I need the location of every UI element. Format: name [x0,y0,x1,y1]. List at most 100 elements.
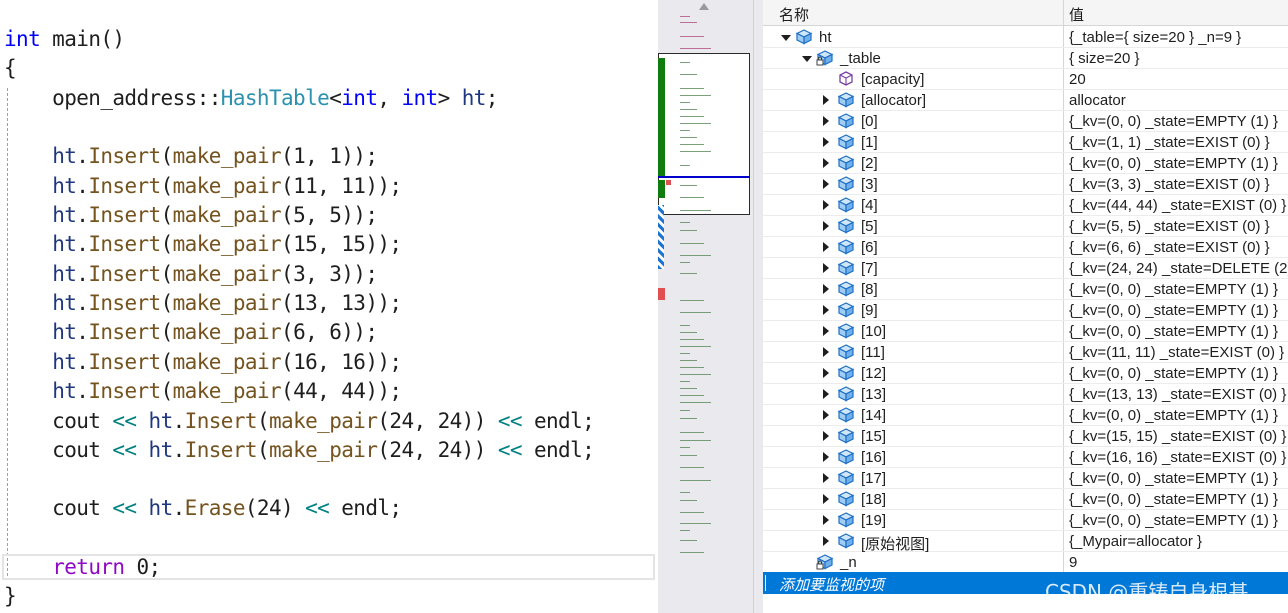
watch-item-value[interactable]: 20 [1069,71,1086,88]
watch-row[interactable]: [6] {_kv=(6, 6) _state=EXIST (0) } [763,237,1288,258]
watch-item-value[interactable]: {_kv=(0, 0) _state=EMPTY (1) } [1069,155,1278,172]
watch-item-value[interactable]: {_kv=(0, 0) _state=EMPTY (1) } [1069,512,1278,529]
watch-item-value[interactable]: {_kv=(0, 0) _state=EMPTY (1) } [1069,407,1278,424]
watch-row[interactable]: ht {_table={ size=20 } _n=9 } [763,27,1288,48]
watch-item-value[interactable]: {_kv=(6, 6) _state=EXIST (0) } [1069,239,1270,256]
code-line[interactable]: ht.Insert(make_pair(11, 11)); [4,172,402,201]
collapse-triangle-icon[interactable] [823,536,829,546]
watch-item-value[interactable]: {_kv=(0, 0) _state=EMPTY (1) } [1069,491,1278,508]
collapse-triangle-icon[interactable] [823,200,829,210]
collapse-triangle-icon[interactable] [823,242,829,252]
code-line[interactable]: ht.Insert(make_pair(3, 3)); [4,260,378,289]
watch-item-value[interactable]: allocator [1069,92,1126,109]
pane-splitter[interactable] [753,0,763,613]
collapse-triangle-icon[interactable] [823,221,829,231]
watch-item-value[interactable]: 9 [1069,554,1077,571]
watch-row[interactable]: [allocator] allocator [763,90,1288,111]
collapse-triangle-icon[interactable] [823,179,829,189]
code-line[interactable]: ht.Insert(make_pair(16, 16)); [4,348,402,377]
code-line[interactable]: ht.Insert(make_pair(5, 5)); [4,201,378,230]
code-line[interactable]: cout << ht.Insert(make_pair(24, 24)) << … [4,407,595,436]
code-line[interactable]: open_address::HashTable<int, int> ht; [4,84,498,113]
code-line[interactable]: ht.Insert(make_pair(13, 13)); [4,289,402,318]
collapse-triangle-icon[interactable] [823,347,829,357]
column-header-value[interactable]: 值 [1069,4,1084,25]
watch-row[interactable]: [17] {_kv=(0, 0) _state=EMPTY (1) } [763,468,1288,489]
watch-item-value[interactable]: {_kv=(0, 0) _state=EMPTY (1) } [1069,365,1278,382]
watch-row[interactable]: [5] {_kv=(5, 5) _state=EXIST (0) } [763,216,1288,237]
collapse-triangle-icon[interactable] [823,431,829,441]
collapse-triangle-icon[interactable] [823,284,829,294]
watch-item-value[interactable]: {_kv=(0, 0) _state=EMPTY (1) } [1069,302,1278,319]
collapse-triangle-icon[interactable] [823,116,829,126]
watch-item-value[interactable]: {_kv=(0, 0) _state=EMPTY (1) } [1069,470,1278,487]
watch-row[interactable]: [15] {_kv=(15, 15) _state=EXIST (0) } [763,426,1288,447]
collapse-triangle-icon[interactable] [823,263,829,273]
collapse-triangle-icon[interactable] [823,158,829,168]
code-line[interactable]: ht.Insert(make_pair(1, 1)); [4,142,378,171]
watch-item-value[interactable]: {_kv=(0, 0) _state=EMPTY (1) } [1069,113,1278,130]
watch-row[interactable]: [10] {_kv=(0, 0) _state=EMPTY (1) } [763,321,1288,342]
collapse-triangle-icon[interactable] [823,326,829,336]
minimap-viewport[interactable] [658,53,750,215]
collapse-triangle-icon[interactable] [823,473,829,483]
collapse-triangle-icon[interactable] [823,410,829,420]
watch-row[interactable]: [3] {_kv=(3, 3) _state=EXIST (0) } [763,174,1288,195]
watch-item-value[interactable]: {_Mypair=allocator } [1069,533,1202,550]
watch-item-value[interactable]: {_kv=(24, 24) _state=DELETE (2) } [1069,260,1288,277]
watch-item-value[interactable]: {_kv=(15, 15) _state=EXIST (0) } [1069,428,1286,445]
watch-item-value[interactable]: {_kv=(13, 13) _state=EXIST (0) } [1069,386,1286,403]
watch-row[interactable]: [7] {_kv=(24, 24) _state=DELETE (2) } [763,258,1288,279]
watch-row[interactable]: [16] {_kv=(16, 16) _state=EXIST (0) } [763,447,1288,468]
collapse-triangle-icon[interactable] [823,368,829,378]
watch-item-value[interactable]: {_kv=(3, 3) _state=EXIST (0) } [1069,176,1270,193]
collapse-triangle-icon[interactable] [823,494,829,504]
watch-row[interactable]: [19] {_kv=(0, 0) _state=EMPTY (1) } [763,510,1288,531]
watch-row[interactable]: _n 9 [763,552,1288,573]
watch-row[interactable]: [0] {_kv=(0, 0) _state=EMPTY (1) } [763,111,1288,132]
watch-item-value[interactable]: {_kv=(16, 16) _state=EXIST (0) } [1069,449,1286,466]
collapse-triangle-icon[interactable] [823,452,829,462]
watch-row[interactable]: _table { size=20 } [763,48,1288,69]
code-line[interactable]: { [4,54,17,83]
watch-item-value[interactable]: { size=20 } [1069,50,1139,67]
code-line[interactable]: ht.Insert(make_pair(15, 15)); [4,230,402,259]
watch-item-value[interactable]: {_kv=(0, 0) _state=EMPTY (1) } [1069,281,1278,298]
scroll-up-arrow-icon[interactable] [699,3,709,10]
watch-item-value[interactable]: {_kv=(0, 0) _state=EMPTY (1) } [1069,323,1278,340]
watch-row[interactable]: [1] {_kv=(1, 1) _state=EXIST (0) } [763,132,1288,153]
watch-row[interactable]: [capacity] 20 [763,69,1288,90]
expand-triangle-icon[interactable] [802,56,812,62]
collapse-triangle-icon[interactable] [823,137,829,147]
watch-row[interactable]: [9] {_kv=(0, 0) _state=EMPTY (1) } [763,300,1288,321]
code-line[interactable]: ht.Insert(make_pair(44, 44)); [4,377,402,406]
watch-row[interactable]: [8] {_kv=(0, 0) _state=EMPTY (1) } [763,279,1288,300]
watch-item-value[interactable]: {_kv=(5, 5) _state=EXIST (0) } [1069,218,1270,235]
collapse-triangle-icon[interactable] [823,515,829,525]
watch-item-value[interactable]: {_kv=(44, 44) _state=EXIST (0) } [1069,197,1286,214]
code-editor[interactable]: int main(){ open_address::HashTable<int,… [0,0,658,613]
watch-row[interactable]: [14] {_kv=(0, 0) _state=EMPTY (1) } [763,405,1288,426]
watch-row[interactable]: [13] {_kv=(13, 13) _state=EXIST (0) } [763,384,1288,405]
watch-item-value[interactable]: {_kv=(1, 1) _state=EXIST (0) } [1069,134,1270,151]
code-line[interactable]: } [4,582,17,611]
code-line[interactable]: return 0; [4,553,161,582]
expand-triangle-icon[interactable] [781,35,791,41]
watch-row[interactable]: [12] {_kv=(0, 0) _state=EMPTY (1) } [763,363,1288,384]
watch-row[interactable]: [11] {_kv=(11, 11) _state=EXIST (0) } [763,342,1288,363]
collapse-triangle-icon[interactable] [823,305,829,315]
editor-minimap[interactable] [658,0,753,613]
watch-item-value[interactable]: {_table={ size=20 } _n=9 } [1069,29,1241,46]
collapse-triangle-icon[interactable] [823,389,829,399]
code-line[interactable]: int main() [4,25,125,54]
collapse-triangle-icon[interactable] [823,95,829,105]
column-header-name[interactable]: 名称 [779,4,809,25]
watch-row[interactable]: [4] {_kv=(44, 44) _state=EXIST (0) } [763,195,1288,216]
code-line[interactable]: ht.Insert(make_pair(6, 6)); [4,318,378,347]
watch-row[interactable]: [2] {_kv=(0, 0) _state=EMPTY (1) } [763,153,1288,174]
code-line[interactable]: cout << ht.Erase(24) << endl; [4,494,402,523]
watch-item-value[interactable]: {_kv=(11, 11) _state=EXIST (0) } [1069,344,1284,361]
watch-row[interactable]: [原始视图] {_Mypair=allocator } [763,531,1288,553]
code-line[interactable]: cout << ht.Insert(make_pair(24, 24)) << … [4,436,595,465]
watch-row[interactable]: [18] {_kv=(0, 0) _state=EMPTY (1) } [763,489,1288,510]
